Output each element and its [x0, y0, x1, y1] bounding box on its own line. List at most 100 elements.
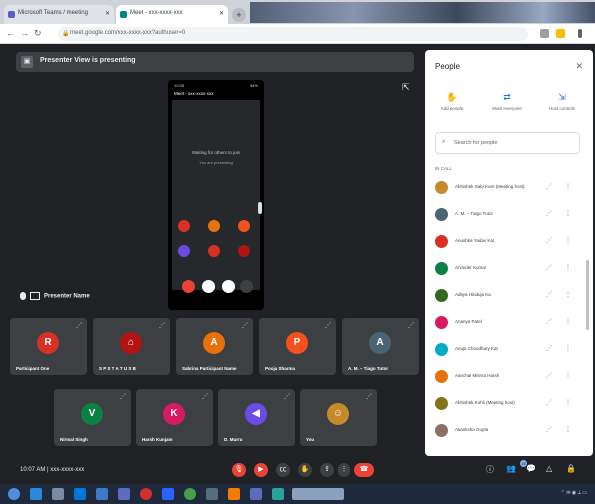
info-icon[interactable]: ⓘ — [486, 464, 494, 475]
extension-icon[interactable] — [540, 29, 549, 38]
mute-everyone-button[interactable]: ⇄ Mute everyone — [482, 92, 532, 111]
menu-kebab-icon[interactable] — [578, 29, 582, 38]
more-vert-icon[interactable]: ⋮ — [565, 345, 571, 352]
participant-name: D. Murru — [224, 437, 243, 442]
mic-off-icon[interactable]: ⋰ — [546, 291, 552, 298]
participant-tile[interactable]: ⌂ ⋰ S P S T A T U S B — [93, 318, 170, 375]
more-vert-icon[interactable]: ⋮ — [565, 291, 571, 298]
os-taskbar: ⌃ ✉ ◉ ⟂ ▭ — [0, 484, 595, 504]
more-vert-icon[interactable]: ⋮ — [565, 318, 571, 325]
mic-off-icon[interactable]: ⋰ — [546, 210, 552, 217]
close-tab-icon[interactable]: ✕ — [219, 10, 224, 17]
people-icon[interactable]: 👥 — [506, 464, 516, 473]
participant-avatar: P — [286, 332, 308, 354]
participant-tile[interactable]: V ⋰ Nirmal Singh — [54, 389, 131, 446]
avatar — [435, 208, 448, 221]
task-view-icon[interactable] — [52, 488, 64, 500]
forward-arrow-icon[interactable]: → — [20, 28, 29, 38]
participant-tile[interactable]: ◀ ⋰ D. Murru — [218, 389, 295, 446]
phone-status-time: 12:05 — [174, 83, 185, 88]
mic-off-icon[interactable]: ⋰ — [546, 372, 552, 379]
participant-name: Pooja Sharma — [265, 366, 296, 371]
participant-tile[interactable]: K ⋰ Harsh Kunjam — [136, 389, 213, 446]
participant-row[interactable]: Ananya Patel ⋰ ⋮ — [431, 313, 587, 333]
back-arrow-icon[interactable]: ← — [6, 28, 15, 38]
participant-tile[interactable]: A ⋰ Sabrina Participant Name — [176, 318, 253, 375]
participant-row[interactable]: A. M. – Tiago Tutor ⋰ ⋮ — [431, 205, 587, 225]
present-button[interactable]: ⇪ — [320, 463, 334, 477]
participant-tile[interactable]: ☺ ⋰ You — [300, 389, 377, 446]
address-bar[interactable]: 🔒 meet.google.com/xxx-xxxx-xxx?authuser=… — [58, 27, 528, 41]
participant-row[interactable]: Arvinder Kumar ⋰ ⋮ — [431, 259, 587, 279]
host-controls-button[interactable]: ⇲ Host controls — [537, 92, 587, 111]
camera-off-button[interactable]: ▶ — [254, 463, 268, 477]
more-vert-icon[interactable]: ⋮ — [565, 183, 571, 190]
participant-tile[interactable]: A ⋰ A. M. – Tiago Tutor — [342, 318, 419, 375]
phone-presenting-text: You are presenting — [199, 160, 233, 165]
file-explorer-icon[interactable] — [74, 488, 86, 500]
mic-off-icon[interactable]: ⋰ — [546, 237, 552, 244]
mail-icon[interactable] — [118, 488, 130, 500]
app-icon[interactable] — [228, 488, 240, 500]
more-vert-icon[interactable]: ⋮ — [565, 372, 571, 379]
pin-icon[interactable]: ⇱ — [402, 82, 410, 93]
chrome-icon[interactable] — [184, 488, 196, 500]
new-tab-button[interactable]: + — [232, 8, 246, 22]
browser-tab-2[interactable]: Meet - xxx-xxxx-xxx ✕ — [116, 5, 228, 24]
lock-icon[interactable]: 🔒 — [566, 464, 576, 473]
meeting-code: xxx-xxxx-xxx — [50, 467, 85, 473]
participant-avatar: ◀ — [245, 403, 267, 425]
mic-off-button[interactable]: 🎙 — [232, 463, 246, 477]
more-vert-icon[interactable]: ⋮ — [565, 237, 571, 244]
more-vert-icon[interactable]: ⋮ — [565, 426, 571, 433]
participant-row[interactable]: Aanchal Mishra Harsh ⋰ ⋮ — [431, 367, 587, 387]
mute-all-icon: ⇄ — [503, 92, 511, 102]
participant-row[interactable]: Anuja Choudhary Kat ⋰ ⋮ — [431, 340, 587, 360]
phone-status-battery: 54% — [249, 83, 258, 88]
teams-icon[interactable] — [250, 488, 262, 500]
end-call-button[interactable]: ☎ — [354, 463, 374, 477]
start-icon[interactable] — [8, 488, 20, 500]
participant-row[interactable]: Abhishek Sabi Kore (Meeting host) ⋰ ⋮ — [431, 178, 587, 198]
mic-off-icon[interactable]: ⋰ — [546, 183, 552, 190]
captions-button[interactable]: ㏄ — [276, 463, 290, 477]
word-icon[interactable] — [162, 488, 174, 500]
mic-off-icon[interactable]: ⋰ — [546, 264, 552, 271]
browser-tab-1[interactable]: Microsoft Teams / meeting ✕ — [4, 5, 114, 24]
opera-icon[interactable] — [140, 488, 152, 500]
avatar — [435, 370, 448, 383]
close-icon[interactable]: ✕ — [575, 61, 583, 72]
settings-taskbar-icon[interactable] — [206, 488, 218, 500]
edge-icon[interactable] — [96, 488, 108, 500]
more-vert-icon[interactable]: ⋮ — [565, 210, 571, 217]
participant-name: Abhishek Sabi Kore (Meeting host) — [455, 184, 525, 189]
reload-icon[interactable]: ↻ — [34, 28, 42, 39]
more-vert-icon[interactable]: ⋮ — [565, 399, 571, 406]
mic-off-icon[interactable]: ⋰ — [546, 318, 552, 325]
activities-icon[interactable]: △ — [546, 464, 552, 473]
mic-off-icon[interactable]: ⋰ — [546, 426, 552, 433]
mic-off-icon[interactable]: ⋰ — [546, 345, 552, 352]
participant-row[interactable]: Abhishek Kohli (Meeting host) ⋰ ⋮ — [431, 394, 587, 414]
participant-row[interactable]: Akanksha Gupta ⋰ ⋮ — [431, 421, 587, 441]
participant-name: A. M. – Tiago Tutor — [455, 211, 494, 216]
open-window-thumbnail[interactable] — [292, 488, 344, 500]
app-icon[interactable] — [272, 488, 284, 500]
participant-tile[interactable]: P ⋰ Pooja Sharma — [259, 318, 336, 375]
close-tab-icon[interactable]: ✕ — [105, 10, 110, 17]
panel-scrollbar[interactable] — [586, 260, 589, 330]
more-options-button[interactable]: ⋮ — [338, 463, 350, 477]
mic-off-icon[interactable]: ⋰ — [546, 399, 552, 406]
raise-hand-button[interactable]: ✋ — [298, 463, 312, 477]
search-input[interactable]: ⌕ Search for people — [435, 132, 580, 154]
panel-title: People — [435, 62, 460, 71]
extension-icon[interactable] — [556, 29, 565, 38]
participant-row[interactable]: Anushka Yadav Kat ⋰ ⋮ — [431, 232, 587, 252]
chat-icon[interactable]: 💬 — [526, 464, 536, 473]
add-people-button[interactable]: ✋ Add people — [427, 92, 477, 111]
participant-row[interactable]: Aditya Hinduja Ka ⋰ ⋮ — [431, 286, 587, 306]
search-taskbar-icon[interactable] — [30, 488, 42, 500]
more-vert-icon[interactable]: ⋮ — [565, 264, 571, 271]
mic-off-icon: ⋰ — [242, 323, 248, 329]
participant-tile[interactable]: R ⋰ Participant One — [10, 318, 87, 375]
